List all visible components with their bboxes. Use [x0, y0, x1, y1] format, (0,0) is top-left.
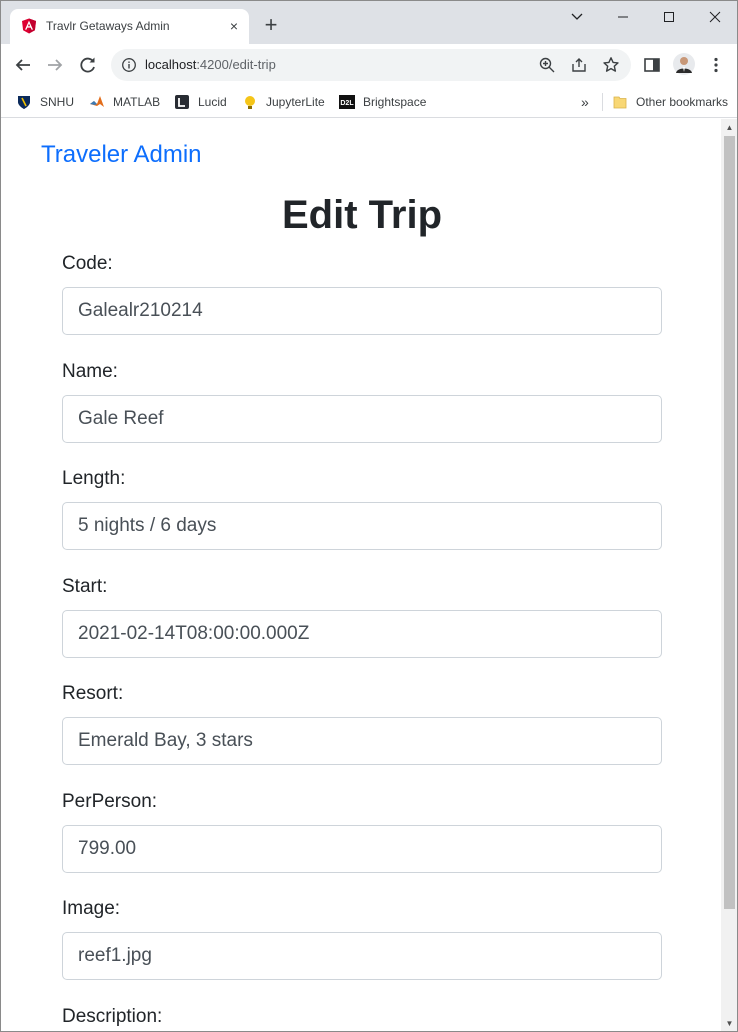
angular-icon — [22, 18, 36, 34]
bookmark-lucid[interactable]: Lucid — [174, 93, 227, 111]
resort-input[interactable] — [62, 717, 662, 765]
length-label: Length: — [62, 468, 126, 489]
other-bookmarks-folder[interactable]: Other bookmarks — [612, 93, 728, 111]
lucid-icon — [175, 95, 189, 109]
url-path: :4200/edit-trip — [196, 57, 276, 72]
folder-icon — [613, 96, 627, 109]
scroll-down-arrow-icon[interactable]: ▼ — [721, 1015, 737, 1031]
bookmark-label: Other bookmarks — [636, 95, 729, 109]
scrollbar-thumb[interactable] — [724, 136, 735, 909]
bookmark-brightspace[interactable]: D2L Brightspace — [339, 93, 426, 111]
profile-avatar[interactable] — [673, 53, 695, 75]
image-label: Image: — [62, 898, 121, 919]
code-input[interactable] — [62, 287, 662, 335]
bookmarks-bar: SNHU MATLAB Lucid JupyterLite D2L Bright… — [1, 86, 737, 118]
tab-close-icon[interactable]: × — [226, 18, 242, 34]
side-panel-icon[interactable] — [642, 55, 662, 75]
url-host: localhost — [145, 57, 197, 72]
page-title: Edit Trip — [282, 193, 442, 237]
forward-arrow-icon[interactable] — [42, 52, 68, 78]
browser-window: Travlr Getaways Admin × + localhost:4200… — [0, 0, 738, 1032]
length-input[interactable] — [62, 502, 662, 550]
tab-strip: Travlr Getaways Admin × + — [1, 1, 738, 44]
start-input[interactable] — [62, 610, 662, 658]
browser-toolbar: localhost:4200/edit-trip — [1, 44, 737, 86]
new-tab-button[interactable]: + — [260, 14, 282, 36]
back-arrow-icon[interactable] — [10, 52, 36, 78]
maximize-icon[interactable] — [646, 5, 692, 29]
bookmarks-overflow-button[interactable]: » — [581, 93, 589, 111]
bookmark-label: JupyterLite — [266, 95, 325, 109]
d2l-icon: D2L — [339, 95, 355, 109]
bookmark-label: Brightspace — [363, 95, 427, 109]
svg-text:D2L: D2L — [340, 100, 354, 107]
perperson-input[interactable] — [62, 825, 662, 873]
scroll-up-arrow-icon[interactable]: ▲ — [721, 119, 737, 136]
image-input[interactable] — [62, 932, 662, 980]
address-bar[interactable]: localhost:4200/edit-trip — [111, 49, 631, 81]
bookmark-label: MATLAB — [113, 95, 161, 109]
site-info-icon[interactable] — [121, 57, 137, 73]
name-label: Name: — [62, 361, 118, 382]
jupyterlite-icon — [245, 96, 255, 109]
brand-link[interactable]: Traveler Admin — [41, 141, 202, 169]
reload-icon[interactable] — [75, 52, 101, 78]
bookmark-matlab[interactable]: MATLAB — [89, 93, 160, 111]
tab-title: Travlr Getaways Admin — [46, 19, 170, 33]
bookmark-snhu[interactable]: SNHU — [16, 93, 74, 111]
url-text[interactable]: localhost:4200/edit-trip — [145, 57, 276, 72]
page-content: Traveler Admin Edit Trip Code: Name: Len… — [1, 119, 721, 1031]
zoom-icon[interactable] — [538, 56, 556, 74]
page-scrollbar[interactable]: ▲ ▼ — [721, 119, 737, 1031]
minimize-icon[interactable] — [600, 5, 646, 29]
perperson-label: PerPerson: — [62, 791, 158, 812]
bookmarks-divider — [602, 93, 603, 111]
bookmark-label: Lucid — [198, 95, 227, 109]
close-window-icon[interactable] — [692, 5, 738, 29]
start-label: Start: — [62, 576, 108, 597]
browser-tab[interactable]: Travlr Getaways Admin × — [10, 9, 249, 44]
snhu-shield-icon — [18, 96, 30, 109]
bookmark-star-icon[interactable] — [602, 56, 620, 74]
code-label: Code: — [62, 253, 113, 274]
more-menu-icon[interactable] — [706, 55, 726, 75]
matlab-icon — [90, 96, 104, 107]
share-icon[interactable] — [570, 56, 588, 74]
resort-label: Resort: — [62, 683, 124, 704]
bookmark-jupyterlite[interactable]: JupyterLite — [242, 93, 325, 111]
description-label: Description: — [62, 1006, 163, 1027]
name-input[interactable] — [62, 395, 662, 443]
tab-search-chevron-icon[interactable] — [554, 5, 600, 29]
bookmark-label: SNHU — [40, 95, 75, 109]
